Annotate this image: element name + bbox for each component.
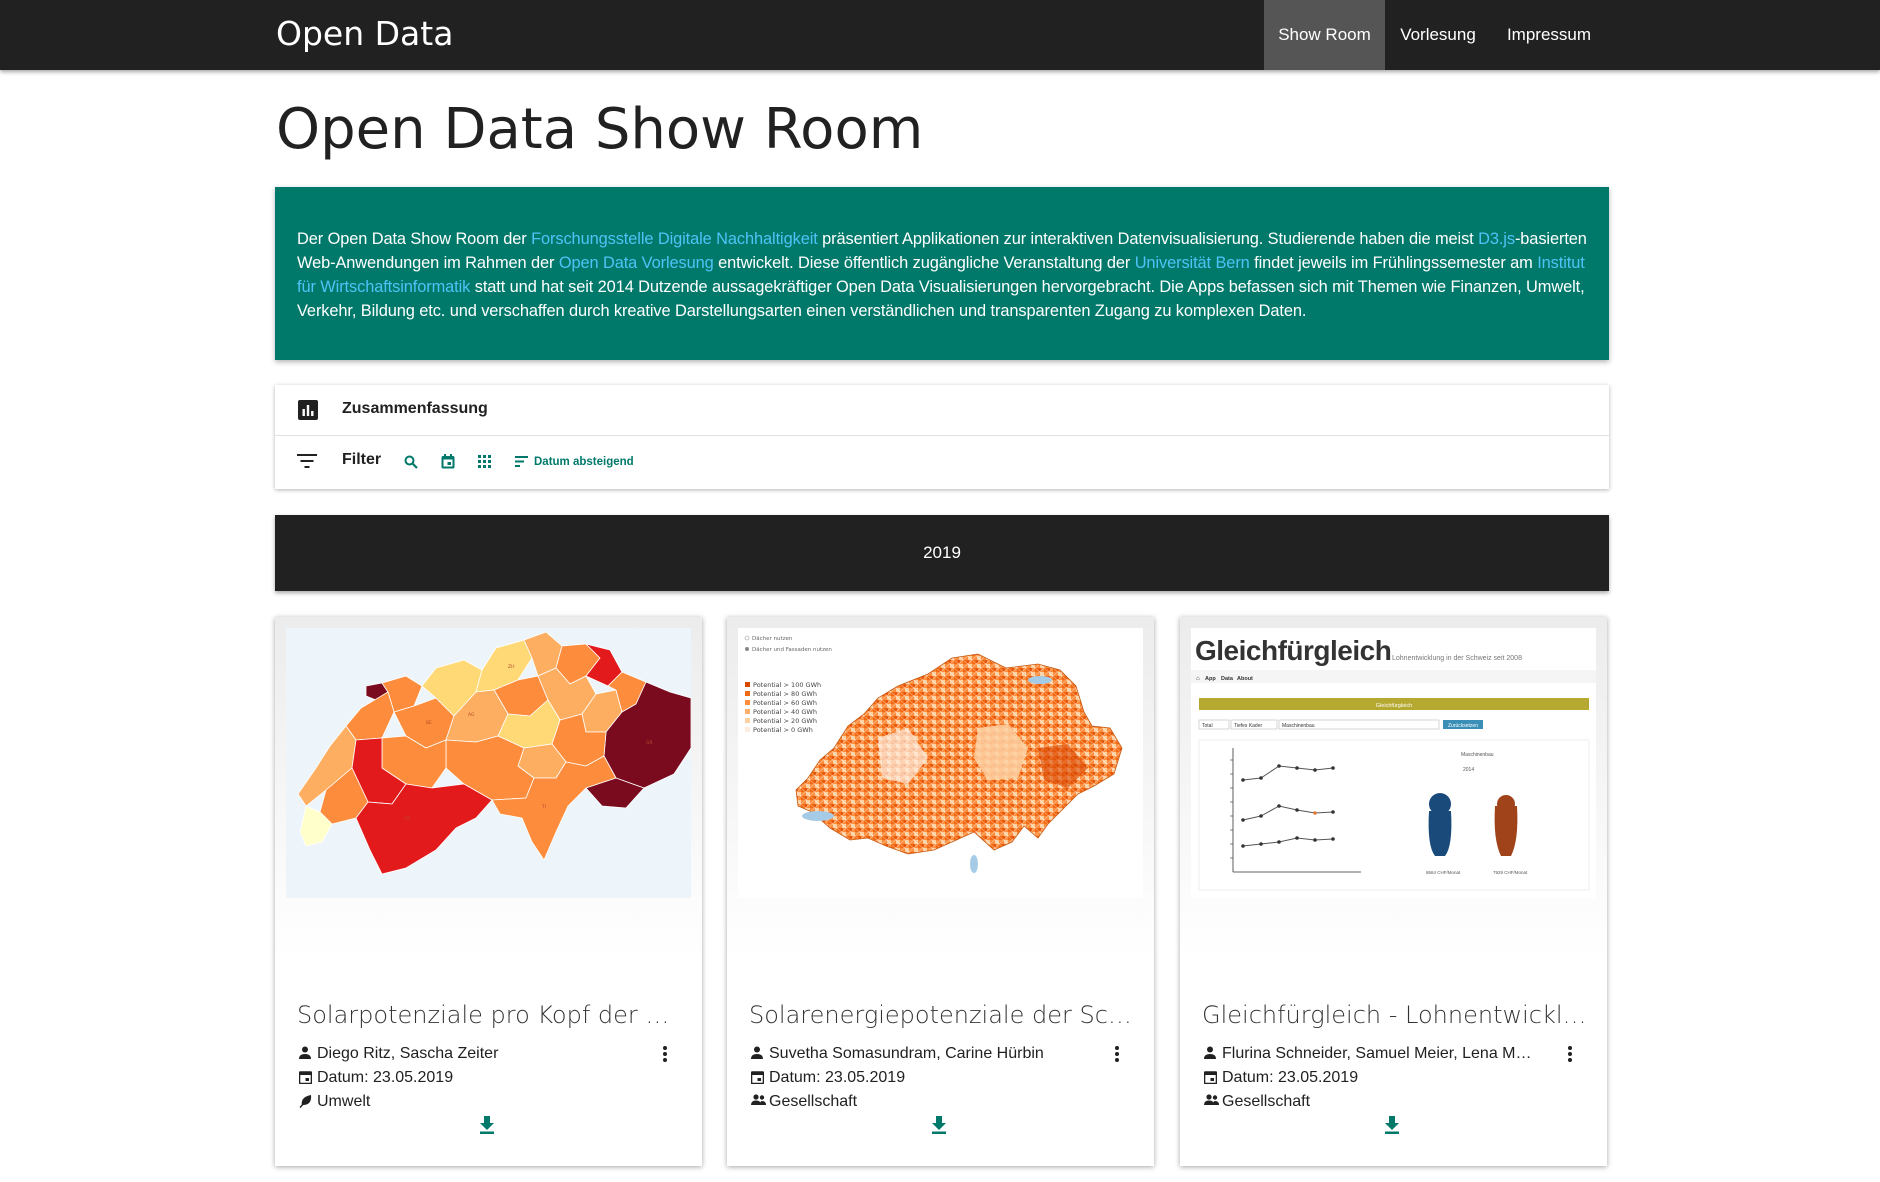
person-icon: [299, 1046, 311, 1059]
more-vert-icon[interactable]: [1114, 1045, 1120, 1063]
filter-icon[interactable]: [297, 454, 317, 468]
card-thumbnail-area: ZH AG BE VS TI GR: [275, 617, 702, 957]
summary-row[interactable]: Zusammenfassung: [275, 385, 1609, 436]
intro-text: entwickelt. Diese öffentlich zugängliche…: [713, 254, 1135, 272]
app-nav-item: Data: [1221, 676, 1234, 682]
sort-icon[interactable]: [515, 456, 528, 467]
card-date-text: Datum: 23.05.2019: [317, 1069, 454, 1086]
card-title[interactable]: Gleichfürgleich - Lohnentwicklung in der…: [1202, 998, 1587, 1032]
link-open-data-vorlesung[interactable]: Open Data Vorlesung: [559, 254, 714, 272]
card-thumbnail-area: Dächer nutzen Dächer und Fassaden nutzen…: [727, 617, 1154, 957]
calendar-icon[interactable]: [441, 454, 455, 469]
nav-vorlesung[interactable]: Vorlesung: [1385, 0, 1491, 70]
app-select: Maschinenbau: [1282, 723, 1315, 729]
filter-label[interactable]: Filter: [342, 451, 381, 469]
link-forschungsstelle[interactable]: Forschungsstelle Digitale Nachhaltigkeit: [531, 230, 818, 248]
download-icon[interactable]: [479, 1116, 495, 1134]
link-universitaet-bern[interactable]: Universität Bern: [1135, 254, 1250, 272]
nav-impressum[interactable]: Impressum: [1491, 0, 1607, 70]
search-icon[interactable]: [404, 455, 418, 469]
svg-text:⌂: ⌂: [1196, 676, 1200, 682]
app-select: Tiefes Kader: [1234, 723, 1262, 729]
card-date-text: Datum: 23.05.2019: [769, 1069, 906, 1086]
app-screenshot: Gleichfürgleich Lohnentwicklung in der S…: [1191, 628, 1596, 898]
swiss-municipality-map: Dächer nutzen Dächer und Fassaden nutzen…: [738, 628, 1143, 898]
summary-label: Zusammenfassung: [342, 400, 488, 417]
intro-text: präsentiert Applikationen zur interaktiv…: [817, 230, 1479, 248]
calendar-icon: [751, 1071, 764, 1084]
legend-item: Potential > 80 GWh: [753, 690, 817, 698]
bar-chart-icon: [298, 400, 318, 420]
project-card[interactable]: Dächer nutzen Dächer und Fassaden nutzen…: [727, 617, 1154, 1166]
person-icon: [751, 1046, 763, 1059]
svg-text:ZH: ZH: [508, 664, 514, 670]
app-banner: Gleichfürgleich: [1376, 703, 1412, 709]
svg-text:VS: VS: [404, 816, 410, 822]
download-icon[interactable]: [1384, 1116, 1400, 1134]
people-icon: [1204, 1094, 1219, 1105]
filter-row: Filter Datum absteigend: [275, 436, 1609, 489]
more-vert-icon[interactable]: [1567, 1045, 1573, 1063]
people-icon: [751, 1094, 766, 1105]
legend-item: Potential > 0 GWh: [753, 726, 813, 734]
year-header: 2019: [275, 515, 1609, 591]
person-icon: [1204, 1046, 1216, 1059]
project-card[interactable]: Gleichfürgleich Lohnentwicklung in der S…: [1180, 617, 1607, 1166]
svg-text:TI: TI: [541, 804, 546, 810]
intro-text: Der Open Data Show Room der: [297, 230, 532, 248]
card-category-text: Gesellschaft: [1222, 1093, 1311, 1110]
app-nav-item: About: [1237, 676, 1253, 682]
more-vert-icon[interactable]: [662, 1045, 668, 1063]
card-category-text: Gesellschaft: [769, 1093, 858, 1110]
card-authors-text: Diego Ritz, Sascha Zeiter: [317, 1045, 499, 1062]
calendar-icon: [299, 1071, 312, 1084]
card-category-text: Umwelt: [317, 1093, 371, 1110]
card-title[interactable]: Solarenergiepotenziale der Schweizer Gem…: [749, 998, 1134, 1032]
legend-item: Potential > 20 GWh: [753, 717, 817, 725]
legend-item: Potential > 40 GWh: [753, 708, 817, 716]
download-icon[interactable]: [931, 1116, 947, 1134]
intro-text: statt und hat seit 2014 Dutzende aussage…: [297, 278, 1585, 320]
page-title: Open Data Show Room: [276, 97, 924, 162]
card-authors-text: Flurina Schneider, Samuel Meier, Lena Mo…: [1222, 1045, 1540, 1062]
svg-text:GR: GR: [646, 740, 653, 746]
app-select: Total: [1202, 723, 1213, 729]
app-subtitle: Lohnentwicklung in der Schweiz seit 2008: [1392, 655, 1522, 662]
brand-title[interactable]: Open Data: [276, 12, 453, 56]
leaf-icon: [299, 1095, 312, 1108]
svg-text:AG: AG: [468, 712, 475, 718]
card-thumbnail-area: Gleichfürgleich Lohnentwicklung in der S…: [1180, 617, 1607, 957]
card-authors: Flurina Schneider, Samuel Meier, Lena Mo…: [1204, 1042, 1540, 1066]
card-thumbnail-image[interactable]: ZH AG BE VS TI GR: [286, 628, 691, 898]
grid-view-icon[interactable]: [478, 455, 491, 468]
app-chart-label: Maschinenbau: [1461, 752, 1494, 758]
card-authors-text: Suvetha Somasundram, Carine Hürbin: [769, 1045, 1044, 1062]
swiss-canton-map: ZH AG BE VS TI GR: [286, 628, 691, 898]
app-nav-item: App: [1205, 676, 1216, 682]
app-title: Gleichfürgleich: [1195, 635, 1391, 666]
app-reset-button: Zurücksetzen: [1448, 723, 1478, 729]
calendar-icon: [1204, 1071, 1217, 1084]
intro-panel: Der Open Data Show Room der Forschungsst…: [275, 187, 1609, 360]
legend-item: Potential > 60 GWh: [753, 699, 817, 707]
app-chart-year: 2014: [1463, 767, 1474, 773]
card-thumbnail-image[interactable]: Gleichfürgleich Lohnentwicklung in der S…: [1191, 628, 1596, 898]
legend-option-roofs-facades[interactable]: Dächer und Fassaden nutzen: [752, 647, 832, 653]
card-thumbnail-image[interactable]: Dächer nutzen Dächer und Fassaden nutzen…: [738, 628, 1143, 898]
legend-item: Potential > 100 GWh: [753, 681, 821, 689]
sort-label[interactable]: Datum absteigend: [534, 456, 634, 468]
project-card[interactable]: ZH AG BE VS TI GR Solarpotenziale pro Kopf d…: [275, 617, 702, 1166]
link-d3js[interactable]: D3.js: [1478, 230, 1515, 248]
legend-option-roofs[interactable]: Dächer nutzen: [752, 636, 793, 642]
card-title[interactable]: Solarpotenziale pro Kopf der Schweiz: [297, 998, 682, 1032]
card-date-text: Datum: 23.05.2019: [1222, 1069, 1359, 1086]
app-value-left: 8664 CHF/Monat: [1426, 870, 1461, 875]
nav-show-room[interactable]: Show Room: [1264, 0, 1385, 70]
intro-text: findet jeweils im Frühlingssemester am: [1249, 254, 1538, 272]
app-value-right: 7929 CHF/Monat: [1493, 870, 1528, 875]
svg-text:BE: BE: [426, 720, 432, 726]
summary-filter-card: Zusammenfassung Filter Datum absteigend: [275, 385, 1609, 489]
top-navbar: Open Data Show Room Vorlesung Impressum: [0, 0, 1880, 70]
